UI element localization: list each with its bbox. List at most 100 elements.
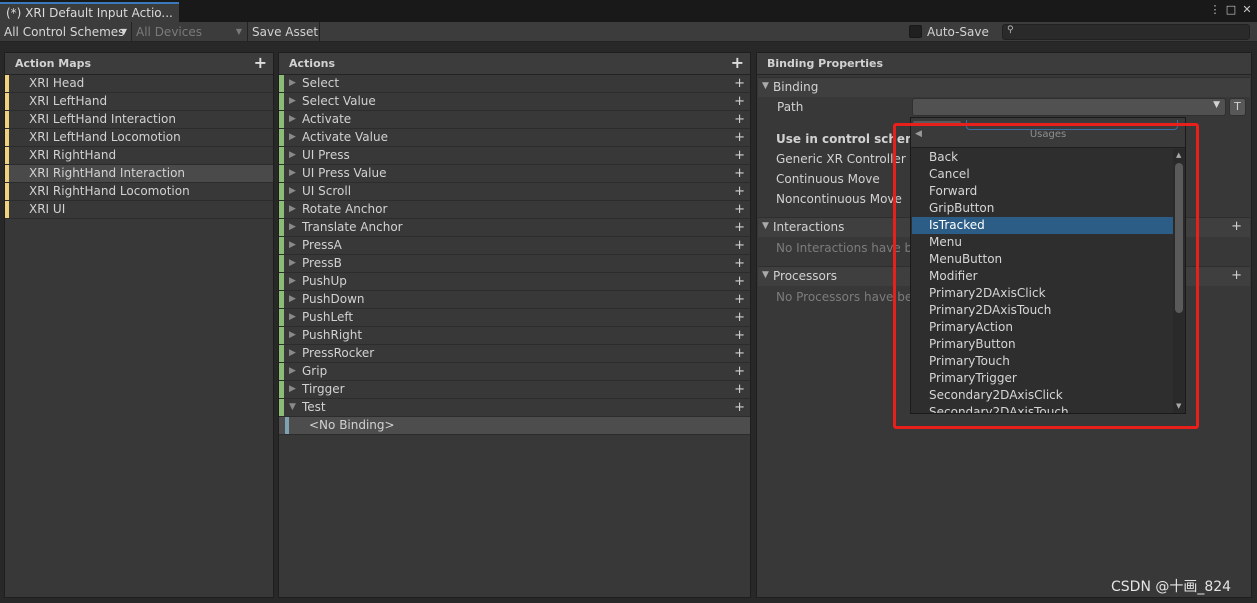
add-processor-icon[interactable]: +	[1231, 268, 1242, 283]
foldout-collapsed-icon[interactable]: ▶	[289, 219, 296, 236]
action-item[interactable]: ▶ Activate +	[279, 111, 750, 129]
actions-title: Actions	[289, 57, 335, 70]
action-item[interactable]: ▶ Activate Value +	[279, 129, 750, 147]
foldout-collapsed-icon[interactable]: ▶	[289, 201, 296, 218]
add-binding-icon[interactable]: +	[734, 183, 745, 200]
add-binding-icon[interactable]: +	[734, 75, 745, 92]
action-label: PushRight	[302, 328, 363, 342]
add-binding-icon[interactable]: +	[734, 93, 745, 110]
auto-save-checkbox[interactable]	[909, 25, 922, 38]
add-binding-icon[interactable]: +	[734, 363, 745, 380]
window-tab[interactable]: (*) XRI Default Input Actio...	[0, 2, 179, 22]
action-map-item[interactable]: XRI RightHand Interaction	[5, 165, 273, 183]
foldout-collapsed-icon[interactable]: ▶	[289, 237, 296, 254]
action-item[interactable]: ▶ Select +	[279, 75, 750, 93]
action-item[interactable]: ▶ Rotate Anchor +	[279, 201, 750, 219]
action-map-item[interactable]: XRI LeftHand Locomotion	[5, 129, 273, 147]
path-dropdown[interactable]: ▼	[912, 98, 1226, 116]
add-binding-icon[interactable]: +	[734, 111, 745, 128]
add-binding-icon[interactable]: +	[734, 147, 745, 164]
action-label: PressB	[302, 256, 342, 270]
add-binding-icon[interactable]: +	[734, 309, 745, 326]
foldout-collapsed-icon[interactable]: ▶	[289, 255, 296, 272]
more-options-icon[interactable]: ⋮	[1208, 3, 1222, 17]
action-item[interactable]: ▶ Tirgger +	[279, 381, 750, 399]
action-item[interactable]: ▶ Grip +	[279, 363, 750, 381]
action-item[interactable]: ▶ Select Value +	[279, 93, 750, 111]
binding-section-header[interactable]: ▼ Binding	[758, 77, 1250, 97]
action-item[interactable]: ▶ PushDown +	[279, 291, 750, 309]
action-item[interactable]: ▶ PressA +	[279, 237, 750, 255]
add-binding-icon[interactable]: +	[734, 165, 745, 182]
action-item[interactable]: ▶ PressRocker +	[279, 345, 750, 363]
action-map-item[interactable]: XRI RightHand Locomotion	[5, 183, 273, 201]
close-icon[interactable]: ✕	[1240, 3, 1254, 17]
action-item[interactable]: ▶ PushLeft +	[279, 309, 750, 327]
foldout-collapsed-icon[interactable]: ▶	[289, 183, 296, 200]
add-binding-icon[interactable]: +	[734, 327, 745, 344]
path-text-mode-button[interactable]: T	[1229, 98, 1246, 116]
add-binding-icon[interactable]: +	[734, 381, 745, 398]
foldout-collapsed-icon[interactable]: ▶	[289, 273, 296, 290]
foldout-collapsed-icon[interactable]: ▶	[289, 345, 296, 362]
add-binding-icon[interactable]: +	[734, 237, 745, 254]
foldout-expanded-icon: ▼	[762, 81, 769, 91]
foldout-collapsed-icon[interactable]: ▶	[289, 111, 296, 128]
add-binding-icon[interactable]: +	[734, 129, 745, 146]
add-binding-icon[interactable]: +	[734, 219, 745, 236]
foldout-collapsed-icon[interactable]: ▶	[289, 327, 296, 344]
foldout-collapsed-icon[interactable]: ▶	[289, 147, 296, 164]
search-input[interactable]: ⚲	[1002, 24, 1250, 40]
control-scheme-dropdown[interactable]: All Control Schemes ▼	[0, 23, 131, 41]
action-map-color-bar	[5, 201, 9, 218]
maximize-icon[interactable]: □	[1224, 3, 1238, 17]
action-item[interactable]: ▼ Test +	[279, 399, 750, 417]
action-label: PushUp	[302, 274, 347, 288]
foldout-collapsed-icon[interactable]: ▶	[289, 381, 296, 398]
action-item[interactable]: ▶ UI Scroll +	[279, 183, 750, 201]
action-item[interactable]: ▶ Translate Anchor +	[279, 219, 750, 237]
action-label: Rotate Anchor	[302, 202, 388, 216]
action-map-item[interactable]: XRI Head	[5, 75, 273, 93]
action-label: Translate Anchor	[302, 220, 403, 234]
foldout-expanded-icon[interactable]: ▼	[289, 399, 296, 416]
action-map-item[interactable]: XRI RightHand	[5, 147, 273, 165]
add-binding-icon[interactable]: +	[734, 201, 745, 218]
action-item[interactable]: ▶ PushUp +	[279, 273, 750, 291]
add-binding-icon[interactable]: +	[734, 399, 745, 416]
add-binding-icon[interactable]: +	[734, 291, 745, 308]
action-color-bar	[279, 399, 284, 416]
add-action-map-icon[interactable]: +	[254, 53, 267, 72]
action-item[interactable]: ▶ PushRight +	[279, 327, 750, 345]
scheme-generic-xr-controller[interactable]: Generic XR Controller	[776, 152, 906, 166]
binding-row[interactable]: <No Binding>	[279, 417, 750, 435]
action-map-item[interactable]: XRI LeftHand Interaction	[5, 111, 273, 129]
foldout-collapsed-icon[interactable]: ▶	[289, 309, 296, 326]
action-map-color-bar	[5, 147, 9, 164]
foldout-collapsed-icon[interactable]: ▶	[289, 75, 296, 92]
add-binding-icon[interactable]: +	[734, 345, 745, 362]
add-action-icon[interactable]: +	[731, 53, 744, 72]
add-binding-icon[interactable]: +	[734, 255, 745, 272]
action-item[interactable]: ▶ PressB +	[279, 255, 750, 273]
scheme-continuous-move[interactable]: Continuous Move	[776, 172, 880, 186]
action-map-item[interactable]: XRI LeftHand	[5, 93, 273, 111]
add-binding-icon[interactable]: +	[734, 273, 745, 290]
foldout-collapsed-icon[interactable]: ▶	[289, 165, 296, 182]
action-item[interactable]: ▶ UI Press Value +	[279, 165, 750, 183]
foldout-collapsed-icon[interactable]: ▶	[289, 363, 296, 380]
action-maps-title: Action Maps	[15, 57, 92, 70]
action-item[interactable]: ▶ UI Press +	[279, 147, 750, 165]
action-color-bar	[279, 93, 284, 110]
binding-properties-header: Binding Properties	[757, 53, 1251, 75]
save-asset-button[interactable]: Save Asset	[248, 23, 318, 41]
action-map-item[interactable]: XRI UI	[5, 201, 273, 219]
foldout-collapsed-icon[interactable]: ▶	[289, 129, 296, 146]
action-map-label: XRI RightHand Locomotion	[29, 184, 190, 198]
devices-dropdown[interactable]: All Devices ▼	[132, 23, 246, 41]
add-interaction-icon[interactable]: +	[1231, 219, 1242, 234]
foldout-collapsed-icon[interactable]: ▶	[289, 93, 296, 110]
scheme-noncontinuous-move[interactable]: Noncontinuous Move	[776, 192, 902, 206]
action-map-label: XRI UI	[29, 202, 66, 216]
foldout-collapsed-icon[interactable]: ▶	[289, 291, 296, 308]
